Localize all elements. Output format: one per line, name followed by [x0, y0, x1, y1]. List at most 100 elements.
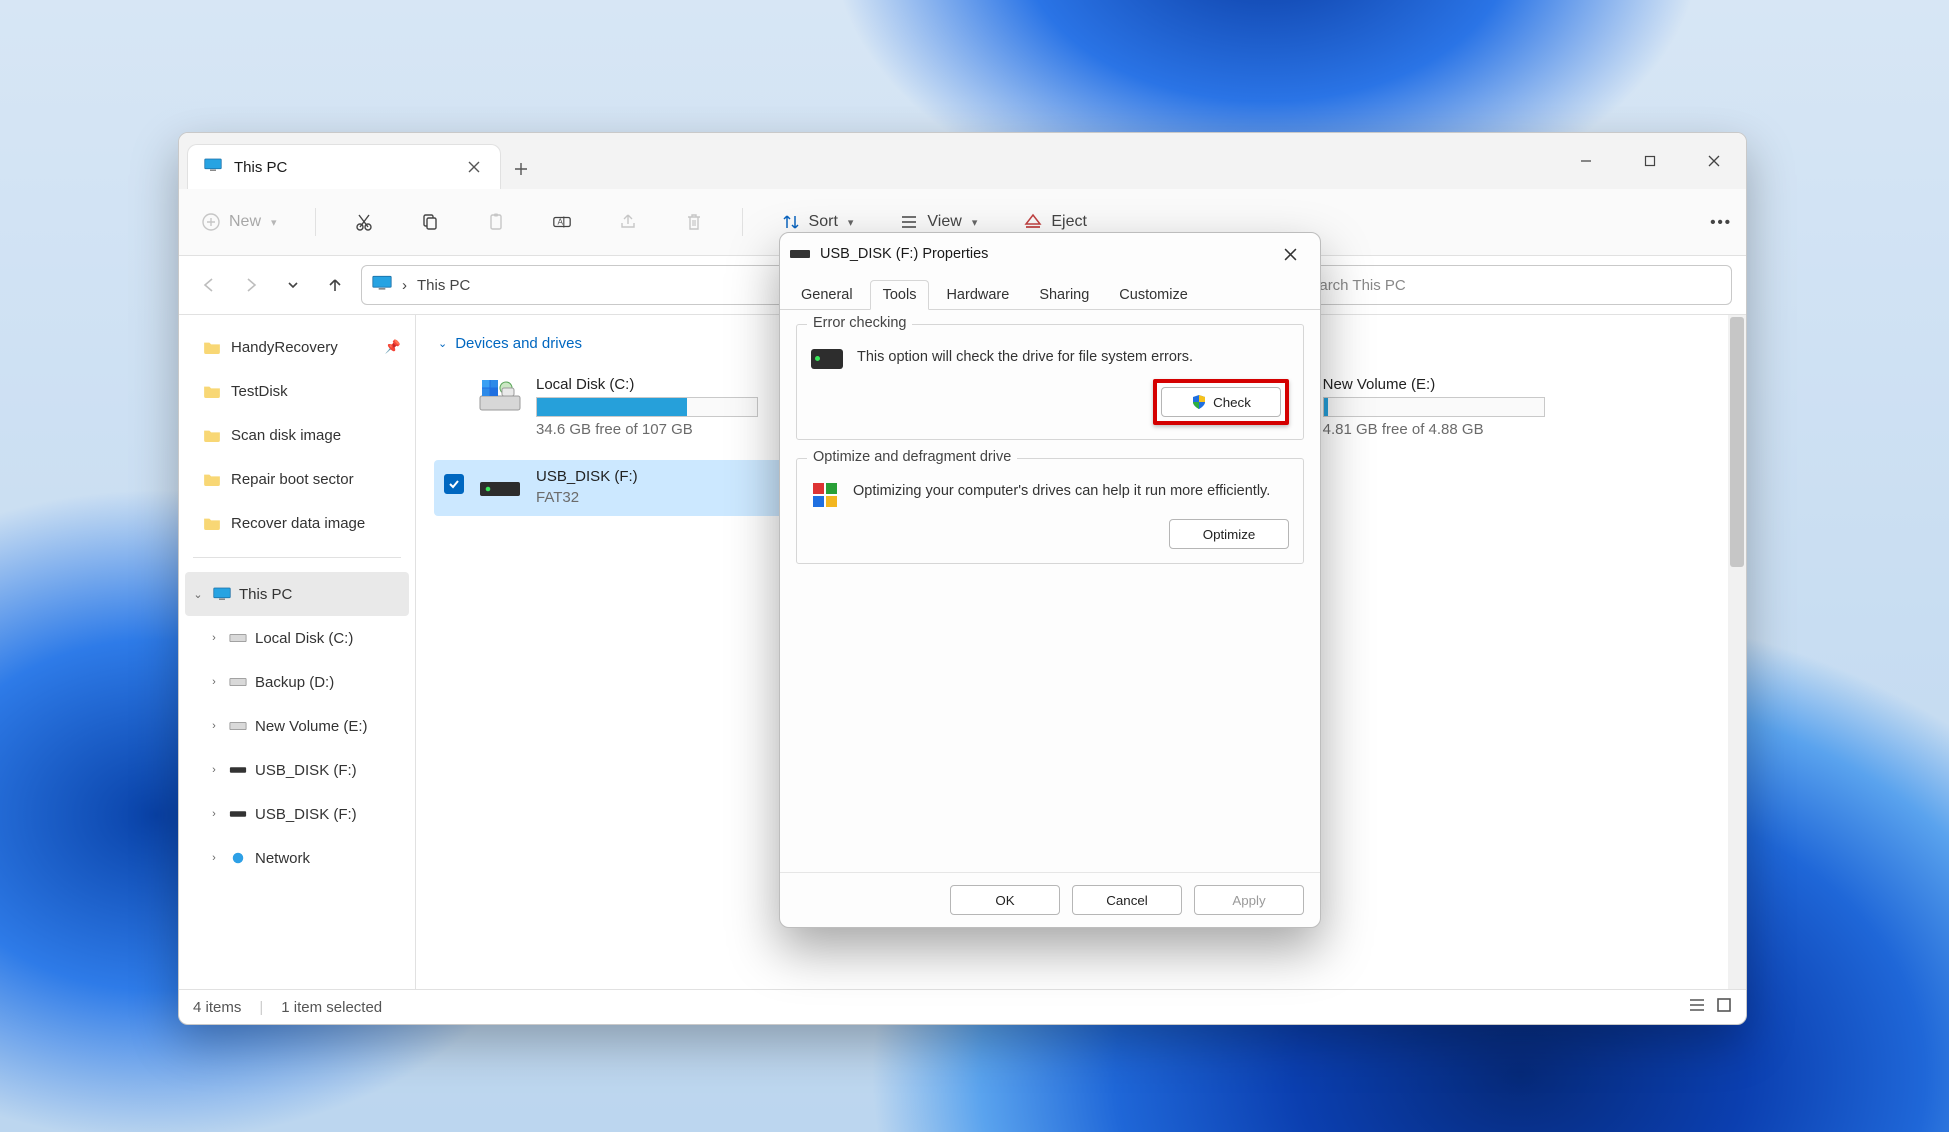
sidebar-item-label: TestDisk	[231, 383, 288, 400]
error-checking-group: Error checking This option will check th…	[796, 324, 1304, 440]
sidebar-separator	[193, 557, 401, 558]
chevron-right-icon: ›	[207, 808, 221, 820]
search-box[interactable]: Search This PC	[1290, 265, 1732, 305]
quick-item-repair-boot-sector[interactable]: Repair boot sector	[179, 457, 415, 501]
tree-new-volume-e[interactable]: › New Volume (E:)	[179, 704, 415, 748]
tab-close-button[interactable]	[464, 157, 484, 177]
tree-backup-d[interactable]: › Backup (D:)	[179, 660, 415, 704]
check-button-highlight: Check	[1153, 379, 1289, 425]
dialog-tabs: General Tools Hardware Sharing Customize	[780, 275, 1320, 310]
toolbar-separator	[315, 208, 316, 236]
chevron-right-icon: ›	[207, 676, 221, 688]
drive-name: Local Disk (C:)	[536, 376, 797, 393]
desktop-background: This PC	[0, 0, 1949, 1132]
copy-button[interactable]	[412, 206, 448, 238]
cut-button[interactable]	[346, 206, 382, 238]
tree-local-disk-c[interactable]: › Local Disk (C:)	[179, 616, 415, 660]
back-button[interactable]	[193, 269, 225, 301]
tree-network[interactable]: › Network	[179, 836, 415, 880]
chevron-right-icon: ›	[207, 720, 221, 732]
chevron-down-icon: ▾	[271, 216, 277, 229]
svg-text:A: A	[557, 218, 563, 227]
details-view-button[interactable]	[1688, 997, 1706, 1017]
breadcrumb-sep: ›	[402, 277, 407, 294]
tree-this-pc[interactable]: ⌄ This PC	[185, 572, 409, 616]
tab-title: This PC	[234, 159, 287, 176]
drive-checkbox[interactable]	[444, 474, 464, 494]
tab-hardware[interactable]: Hardware	[933, 280, 1022, 310]
dialog-titlebar[interactable]: USB_DISK (F:) Properties	[780, 233, 1320, 275]
quick-item-recover-data-image[interactable]: Recover data image	[179, 501, 415, 545]
optimize-button-label: Optimize	[1203, 527, 1256, 542]
breadcrumb-current[interactable]: This PC	[417, 277, 470, 294]
tree-label: This PC	[239, 586, 292, 603]
status-bar: 4 items | 1 item selected	[179, 989, 1746, 1024]
drive-usb-disk-f[interactable]: USB_DISK (F:) FAT32	[434, 460, 807, 516]
tab-general[interactable]: General	[788, 280, 866, 310]
share-button[interactable]	[610, 206, 646, 238]
close-window-button[interactable]	[1682, 133, 1746, 189]
maximize-button[interactable]	[1618, 133, 1682, 189]
scrollbar-track[interactable]	[1728, 315, 1746, 989]
tab-tools[interactable]: Tools	[870, 280, 930, 310]
tab-sharing[interactable]: Sharing	[1026, 280, 1102, 310]
apply-button[interactable]: Apply	[1194, 885, 1304, 915]
tree-usb-disk-f-1[interactable]: › USB_DISK (F:)	[179, 748, 415, 792]
check-button[interactable]: Check	[1161, 387, 1281, 417]
tab-customize[interactable]: Customize	[1106, 280, 1201, 310]
chevron-down-icon: ▾	[848, 216, 854, 229]
status-selected-count: 1 item selected	[281, 999, 382, 1016]
up-button[interactable]	[319, 269, 351, 301]
titlebar[interactable]: This PC	[179, 133, 1746, 189]
error-check-description: This option will check the drive for fil…	[857, 347, 1289, 368]
tree-label: New Volume (E:)	[255, 718, 368, 735]
system-drive-icon	[478, 376, 522, 416]
tree-label: Backup (D:)	[255, 674, 334, 691]
quick-item-scan-disk-image[interactable]: Scan disk image	[179, 413, 415, 457]
new-label: New	[229, 213, 261, 231]
new-menu[interactable]: New ▾	[193, 206, 285, 238]
navigation-pane[interactable]: HandyRecovery 📌 TestDisk Scan disk image…	[179, 315, 416, 989]
drive-local-disk-c[interactable]: Local Disk (C:) 34.6 GB free of 107 GB	[434, 368, 807, 446]
drive-properties-dialog: USB_DISK (F:) Properties General Tools H…	[779, 232, 1321, 928]
view-label: View	[927, 213, 961, 231]
dialog-close-button[interactable]	[1270, 240, 1310, 268]
defrag-icon	[811, 481, 839, 509]
cancel-button[interactable]: Cancel	[1072, 885, 1182, 915]
delete-button[interactable]	[676, 206, 712, 238]
drive-name: USB_DISK (F:)	[536, 468, 797, 485]
disk-check-icon	[811, 349, 843, 369]
quick-item-handyrecovery[interactable]: HandyRecovery 📌	[179, 325, 415, 369]
more-button[interactable]: •••	[1710, 214, 1732, 231]
group-legend: Optimize and defragment drive	[807, 449, 1017, 465]
chevron-right-icon: ›	[207, 632, 221, 644]
drive-usage-bar	[1323, 397, 1545, 417]
optimize-button[interactable]: Optimize	[1169, 519, 1289, 549]
chevron-right-icon: ›	[207, 764, 221, 776]
minimize-button[interactable]	[1554, 133, 1618, 189]
tree-usb-disk-f-2[interactable]: › USB_DISK (F:)	[179, 792, 415, 836]
this-pc-icon	[372, 275, 392, 295]
drive-checkbox[interactable]	[444, 382, 464, 402]
drive-free-text: 4.81 GB free of 4.88 GB	[1323, 421, 1584, 438]
new-tab-button[interactable]	[501, 149, 541, 189]
large-icons-view-button[interactable]	[1716, 997, 1732, 1017]
sidebar-item-label: Repair boot sector	[231, 471, 354, 488]
optimize-description: Optimizing your computer's drives can he…	[853, 481, 1289, 502]
ok-button[interactable]: OK	[950, 885, 1060, 915]
quick-item-testdisk[interactable]: TestDisk	[179, 369, 415, 413]
group-legend: Error checking	[807, 315, 912, 331]
paste-button[interactable]	[478, 206, 514, 238]
chevron-down-icon: ▾	[972, 216, 978, 229]
check-button-label: Check	[1213, 395, 1251, 410]
optimize-group: Optimize and defragment drive Optimizing…	[796, 458, 1304, 564]
sidebar-item-label: Recover data image	[231, 515, 365, 532]
forward-button[interactable]	[235, 269, 267, 301]
window-controls	[1554, 133, 1746, 189]
dialog-actions: OK Cancel Apply	[780, 872, 1320, 927]
scrollbar-thumb[interactable]	[1730, 317, 1744, 567]
pin-icon: 📌	[385, 339, 401, 355]
rename-button[interactable]: A	[544, 206, 580, 238]
recent-locations-button[interactable]	[277, 269, 309, 301]
tab-this-pc[interactable]: This PC	[187, 144, 501, 189]
